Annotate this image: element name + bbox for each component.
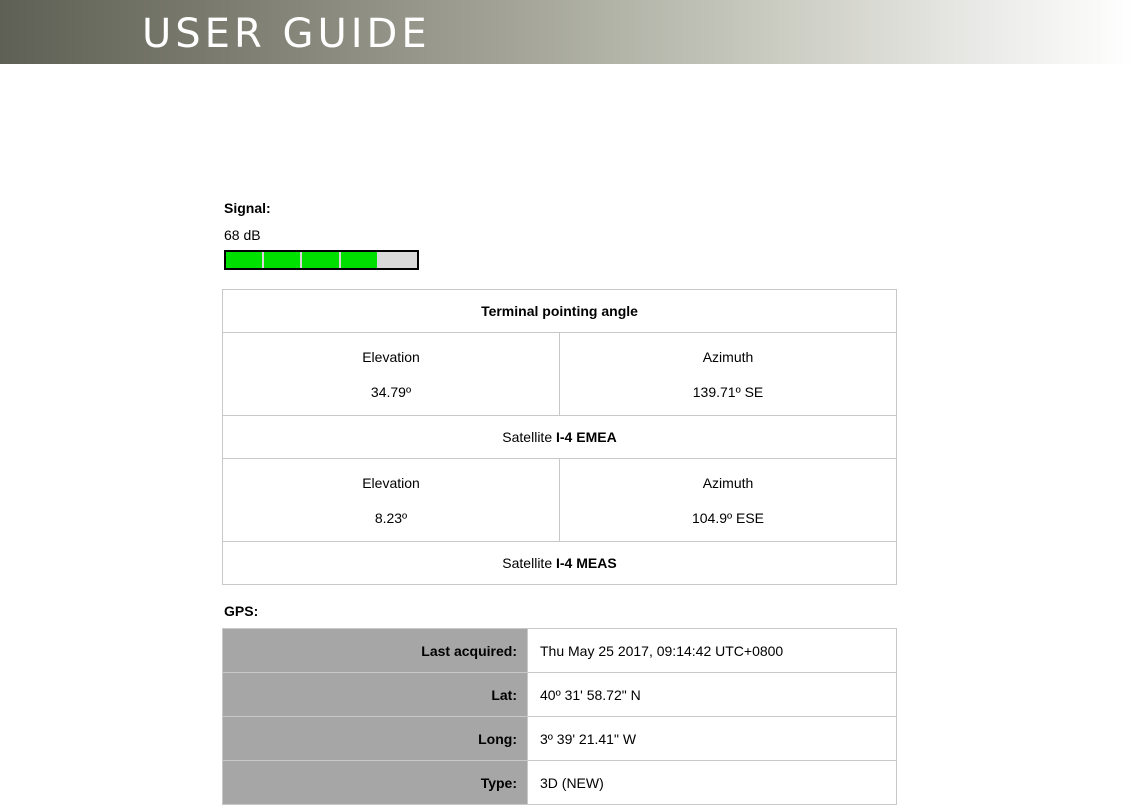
signal-strength-bar [224,250,419,270]
azimuth-label: Azimuth [702,474,754,491]
pointing-angle-table: Terminal pointing angle Elevation 34.79º… [222,289,897,585]
signal-segment-filled [340,252,379,268]
signal-segment-filled [264,252,303,268]
signal-value: 68 dB [224,227,261,243]
signal-title: Signal: [224,200,271,216]
gps-row-lat: Lat: 40º 31' 58.72" N [223,673,896,717]
elevation-label: Elevation [362,348,420,365]
pointing-header-label: Terminal pointing angle [481,303,638,319]
satellite-1-header: Satellite I-4 EMEA [223,416,896,459]
satellite-1-name: I-4 EMEA [556,429,617,445]
gps-key: Last acquired: [223,629,528,672]
satellite-2-name: I-4 MEAS [556,555,617,571]
gps-table: Last acquired: Thu May 25 2017, 09:14:42… [222,628,897,805]
satellite-1-azimuth-cell: Azimuth 104.9º ESE [560,459,896,541]
gps-title: GPS: [224,603,259,619]
header-banner: USER GUIDE [0,0,1134,64]
azimuth-label: Azimuth [702,348,754,365]
gps-key: Type: [223,761,528,804]
elevation-label: Elevation [362,474,420,491]
elevation-value: 8.23º [374,509,408,526]
signal-segment-filled [302,252,341,268]
terminal-elevation-cell: Elevation 34.79º [223,333,560,415]
pointing-header: Terminal pointing angle [223,290,896,333]
satellite-1-angles-row: Elevation 8.23º Azimuth 104.9º ESE [223,459,896,542]
satellite-2-header: Satellite I-4 MEAS [223,542,896,584]
signal-segment-filled [226,252,265,268]
satellite-1-prefix: Satellite [502,429,556,445]
gps-value: Thu May 25 2017, 09:14:42 UTC+0800 [540,642,784,659]
azimuth-value: 139.71º SE [692,383,764,400]
gps-value: 40º 31' 58.72" N [540,686,641,703]
signal-segment-empty [378,252,417,268]
elevation-value: 34.79º [370,383,412,400]
gps-value: 3D (NEW) [540,774,604,791]
terminal-angles-row: Elevation 34.79º Azimuth 139.71º SE [223,333,896,416]
gps-row-long: Long: 3º 39' 21.41" W [223,717,896,761]
gps-value: 3º 39' 21.41" W [540,730,637,747]
banner-title: USER GUIDE [142,11,431,57]
azimuth-value: 104.9º ESE [691,509,765,526]
gps-row-type: Type: 3D (NEW) [223,761,896,804]
gps-row-last-acquired: Last acquired: Thu May 25 2017, 09:14:42… [223,629,896,673]
satellite-1-elevation-cell: Elevation 8.23º [223,459,560,541]
satellite-2-prefix: Satellite [502,555,556,571]
terminal-azimuth-cell: Azimuth 139.71º SE [560,333,896,415]
gps-key: Long: [223,717,528,760]
gps-key: Lat: [223,673,528,716]
